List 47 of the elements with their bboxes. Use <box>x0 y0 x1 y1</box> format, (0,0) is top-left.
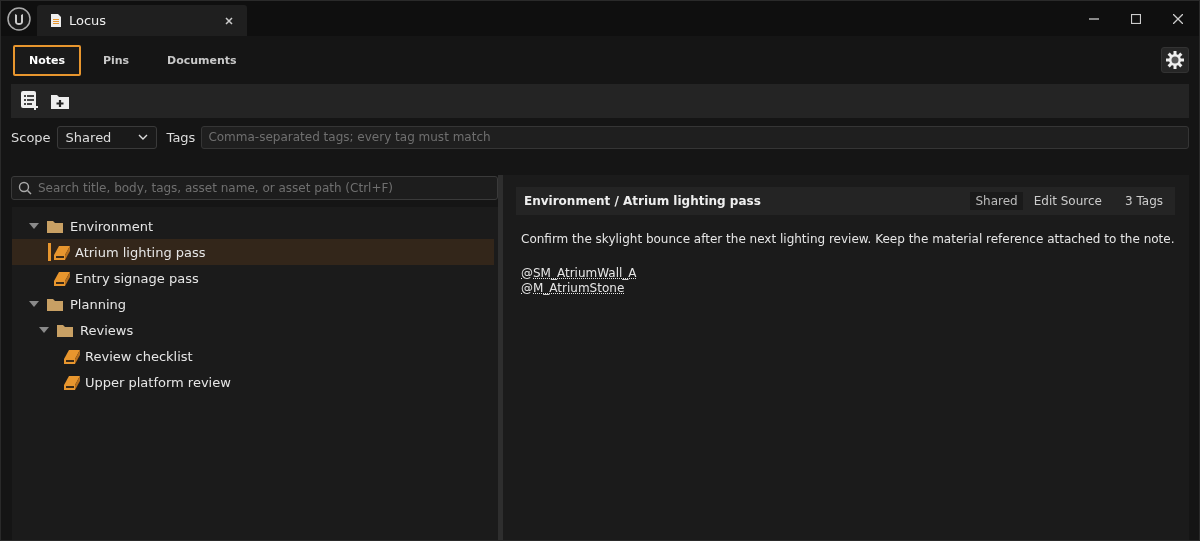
folder-label[interactable]: Reviews <box>74 322 134 338</box>
folder-icon <box>56 322 74 338</box>
settings-icon <box>1166 51 1184 69</box>
new-folder-button[interactable] <box>51 93 69 109</box>
settings-button[interactable] <box>1161 47 1189 73</box>
note-path: Environment / Atrium lighting pass <box>524 194 762 208</box>
close-icon <box>225 17 233 25</box>
maximize-icon <box>1131 13 1141 24</box>
new-note-button[interactable] <box>21 91 39 111</box>
note-add-icon <box>21 91 39 111</box>
scope-tag: Shared <box>970 192 1023 210</box>
expander-icon[interactable] <box>28 300 40 308</box>
note-body: Confirm the skylight bounce after the next lighting review. Keep the material reference attached to the note. <box>521 232 1175 246</box>
note-item[interactable]: Entry signage pass <box>12 265 494 291</box>
expander-icon[interactable] <box>28 222 40 230</box>
document-icon <box>51 14 61 27</box>
note-item[interactable]: Review checklist <box>12 343 494 369</box>
book-icon <box>63 373 81 391</box>
book-icon <box>53 269 71 287</box>
close-icon <box>1173 13 1183 24</box>
asset-reference-link[interactable]: @SM_AtriumWall_A <box>521 266 637 281</box>
document-tab[interactable]: Locus <box>37 5 247 36</box>
tags-label: Tags <box>166 129 196 145</box>
expander-icon[interactable] <box>38 326 50 334</box>
folder-label[interactable]: Planning <box>64 296 126 312</box>
asset-reference-link[interactable]: @M_AtriumStone <box>521 281 625 296</box>
chevron-down-icon <box>137 134 148 140</box>
folder-icon <box>46 218 64 234</box>
scope-dropdown[interactable]: Shared <box>56 125 157 149</box>
engine-logo-icon <box>7 7 31 31</box>
folder-add-icon <box>51 93 69 109</box>
scope-label: Scope <box>11 129 51 145</box>
tags-field[interactable]: Comma-separated tags; every tag must match <box>201 125 1189 149</box>
folder-label[interactable]: Environment <box>64 218 153 234</box>
mode-tab[interactable]: Documents <box>151 44 253 76</box>
book-icon <box>53 243 71 261</box>
note-item[interactable]: Upper platform review <box>12 369 494 395</box>
tab-title: Locus <box>69 13 108 28</box>
search-icon <box>18 181 32 195</box>
mode-tab[interactable]: Pins <box>85 44 148 76</box>
book-icon <box>63 347 81 365</box>
edit-source-link[interactable]: Edit Source <box>1028 192 1107 210</box>
note-item[interactable]: Atrium lighting pass <box>12 239 494 265</box>
folder-icon <box>46 296 64 312</box>
tag-count: 3 Tags <box>1124 193 1164 210</box>
mode-tab[interactable]: Notes <box>13 44 82 76</box>
search-field[interactable]: Search title, body, tags, asset name, or asset path (Ctrl+F) <box>11 176 498 200</box>
